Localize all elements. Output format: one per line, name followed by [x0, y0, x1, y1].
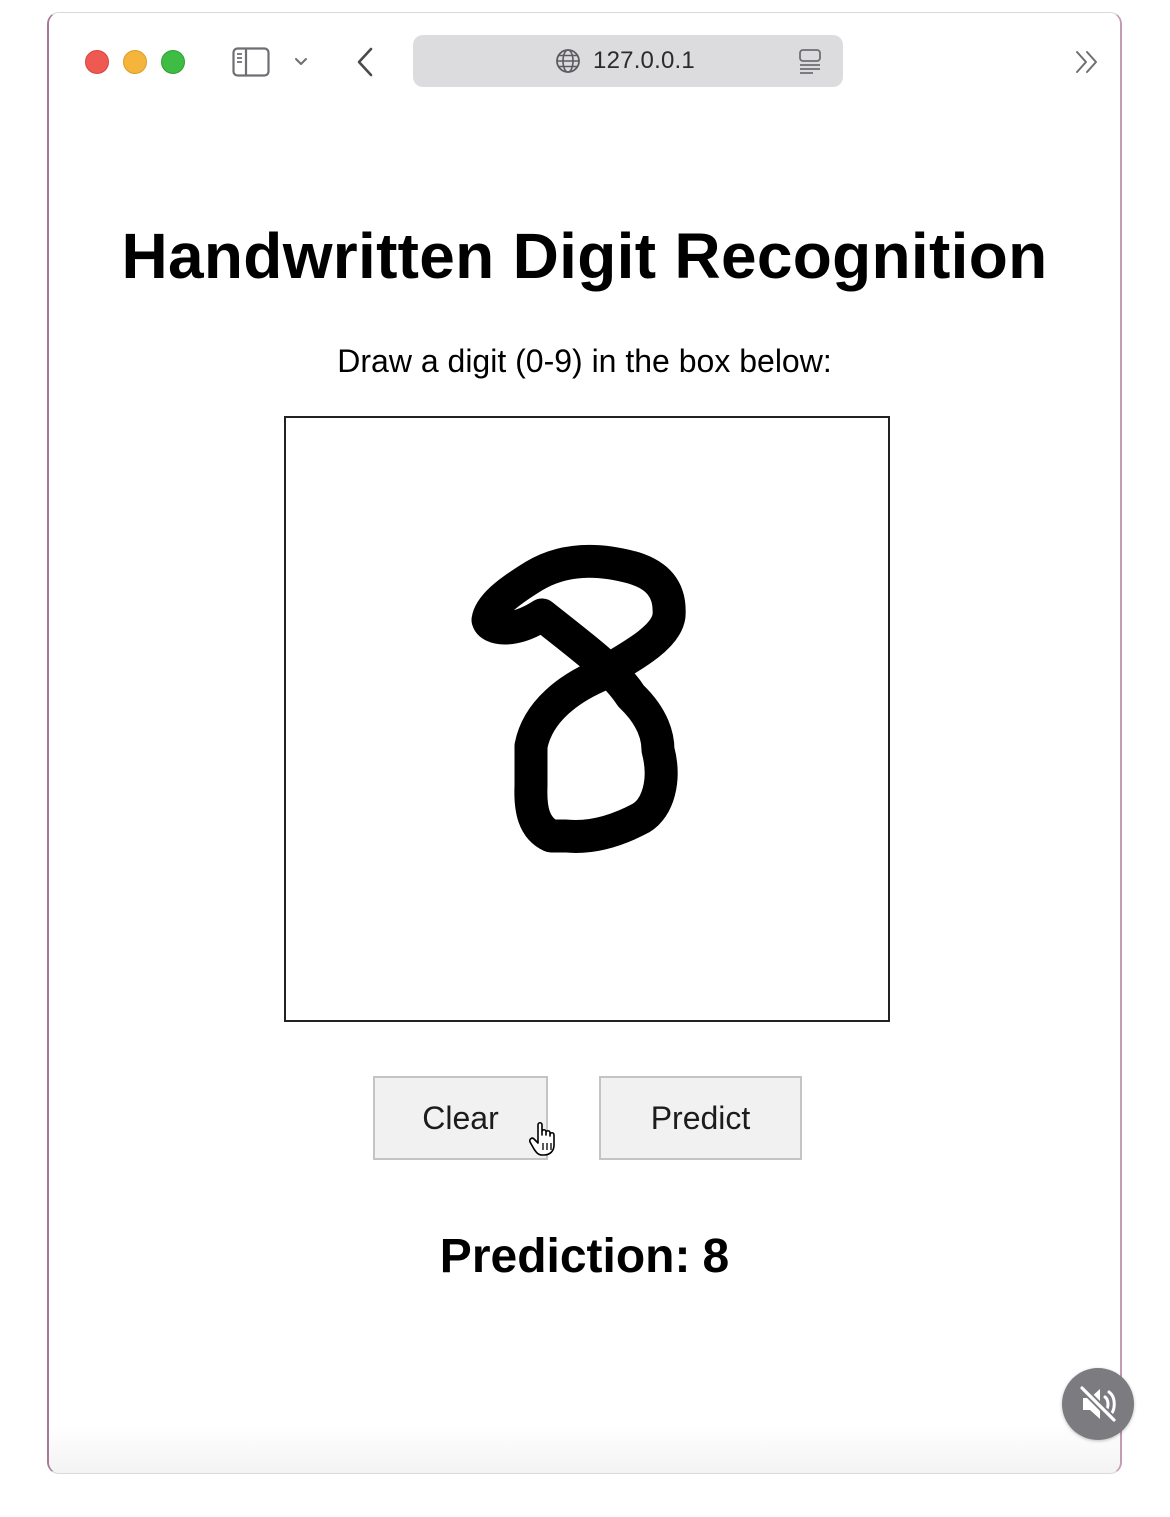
- back-button[interactable]: [351, 45, 379, 79]
- globe-icon: [556, 49, 580, 73]
- page-title: Handwritten Digit Recognition: [121, 220, 1048, 292]
- zoom-window-button[interactable]: [161, 50, 185, 74]
- page-content: Handwritten Digit Recognition Draw a dig…: [49, 111, 1120, 1473]
- handwritten-digit-stroke: [471, 544, 686, 853]
- sidebar-icon: [232, 47, 270, 77]
- sidebar-menu-button[interactable]: [291, 51, 311, 73]
- reader-icon[interactable]: [797, 48, 823, 74]
- more-toolbar-button[interactable]: [1067, 47, 1107, 77]
- hand-pointer-cursor-icon: [529, 1121, 555, 1156]
- url-text: 127.0.0.1: [593, 47, 695, 74]
- instruction-text: Draw a digit (0-9) in the box below:: [337, 343, 832, 379]
- browser-window: 127.0.0.1 Handwritten Digit Recognition …: [47, 12, 1122, 1474]
- speaker-muted-icon: [1078, 1384, 1118, 1424]
- clear-button[interactable]: Clear: [373, 1076, 548, 1160]
- chevron-down-icon: [295, 58, 307, 65]
- drawing-canvas[interactable]: [284, 416, 890, 1022]
- minimize-window-button[interactable]: [123, 50, 147, 74]
- prediction-result: Prediction: 8: [49, 1229, 1120, 1284]
- mute-toggle-button[interactable]: [1062, 1368, 1134, 1440]
- address-bar[interactable]: 127.0.0.1: [413, 35, 843, 87]
- prediction-value: 8: [702, 1230, 730, 1283]
- double-chevron-right-icon: [1076, 51, 1097, 73]
- chevron-left-icon: [357, 47, 373, 77]
- sidebar-toggle-button[interactable]: [231, 45, 271, 79]
- window-bottom-edge: [49, 1425, 1120, 1473]
- prediction-label: Prediction:: [439, 1230, 691, 1283]
- predict-button[interactable]: Predict: [599, 1076, 802, 1160]
- close-window-button[interactable]: [85, 50, 109, 74]
- browser-toolbar: 127.0.0.1: [49, 13, 1120, 111]
